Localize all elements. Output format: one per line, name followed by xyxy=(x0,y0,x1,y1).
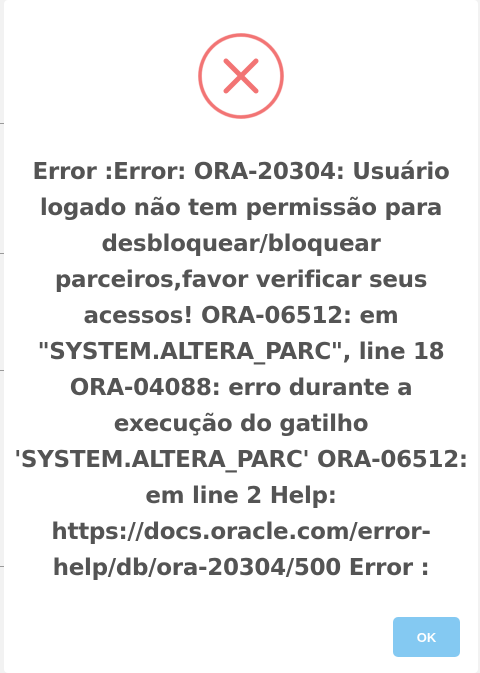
error-message: Error :Error: ORA-20304: Usuário logado … xyxy=(14,159,468,581)
error-dialog: Error :Error: ORA-20304: Usuário logado … xyxy=(4,0,478,673)
error-x-icon xyxy=(197,32,285,120)
ok-button[interactable]: OK xyxy=(393,617,460,657)
